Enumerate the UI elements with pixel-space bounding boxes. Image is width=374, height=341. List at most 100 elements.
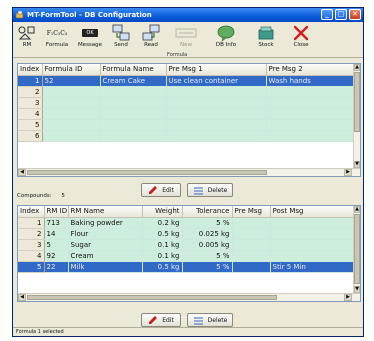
column-header[interactable]: RM ID bbox=[44, 206, 69, 218]
tolerance-cell[interactable]: 5 % bbox=[182, 217, 233, 229]
scroll-down-arrow-icon[interactable]: ▼ bbox=[354, 161, 360, 168]
column-header[interactable]: Index bbox=[18, 206, 45, 218]
rm-id-cell[interactable]: 5 bbox=[44, 239, 69, 251]
row-index[interactable]: 3 bbox=[18, 97, 43, 109]
pre-msg-1-cell[interactable] bbox=[166, 108, 267, 120]
column-header[interactable]: Formula ID bbox=[42, 64, 101, 76]
toolbar-message-button[interactable]: OK Message bbox=[74, 24, 106, 54]
table-row[interactable]: 3 5 Sugar 0.1 kg 0.005 kg bbox=[18, 239, 356, 251]
formula-name-cell[interactable] bbox=[100, 119, 167, 131]
pre-msg-2-cell[interactable] bbox=[266, 97, 356, 109]
formula-id-cell[interactable] bbox=[42, 97, 101, 109]
pre-msg-1-cell[interactable] bbox=[166, 130, 267, 142]
row-index[interactable]: 2 bbox=[18, 228, 45, 240]
rm-name-cell[interactable]: Cream bbox=[68, 250, 143, 262]
pre-msg-2-cell[interactable] bbox=[266, 119, 356, 131]
table-row[interactable]: 1 713 Baking powder 0.2 kg 5 % bbox=[18, 217, 356, 229]
formula-delete-button[interactable]: Delete bbox=[187, 183, 233, 197]
tolerance-cell[interactable]: 0.005 kg bbox=[182, 239, 233, 251]
rm-id-cell[interactable]: 92 bbox=[44, 250, 69, 262]
maximize-button[interactable]: □ bbox=[335, 9, 347, 20]
formula-id-cell[interactable] bbox=[42, 108, 101, 120]
weight-cell[interactable]: 0.5 kg bbox=[142, 228, 183, 240]
toolbar-close-button[interactable]: Close bbox=[286, 24, 316, 54]
table-row[interactable]: 2 bbox=[18, 86, 356, 98]
pre-msg-cell[interactable] bbox=[232, 250, 271, 262]
window-close-button[interactable]: ✕ bbox=[349, 9, 361, 20]
scroll-down-arrow-icon[interactable]: ▼ bbox=[354, 286, 360, 293]
row-index[interactable]: 1 bbox=[18, 75, 43, 87]
formula-name-cell[interactable] bbox=[100, 130, 167, 142]
formula-name-cell[interactable]: Cream Cake bbox=[100, 75, 167, 87]
pre-msg-cell[interactable] bbox=[232, 228, 271, 240]
table-row[interactable]: 2 14 Flour 0.5 kg 0.025 kg bbox=[18, 228, 356, 240]
rm-id-cell[interactable]: 713 bbox=[44, 217, 69, 229]
toolbar-new-button[interactable]: New bbox=[166, 24, 206, 54]
scroll-up-arrow-icon[interactable]: ▲ bbox=[354, 64, 360, 71]
tolerance-cell[interactable]: 0.025 kg bbox=[182, 228, 233, 240]
column-header[interactable]: Pre Msg bbox=[232, 206, 271, 218]
row-index[interactable]: 6 bbox=[18, 130, 43, 142]
rm-name-cell[interactable]: Baking powder bbox=[68, 217, 143, 229]
column-header[interactable]: Pre Msg 1 bbox=[166, 64, 267, 76]
column-header[interactable]: Formula Name bbox=[100, 64, 167, 76]
formula-name-cell[interactable] bbox=[100, 108, 167, 120]
rm-table-vertical-scrollbar[interactable]: ▲ ▼ bbox=[353, 206, 360, 293]
weight-cell[interactable]: 0.5 kg bbox=[142, 261, 183, 273]
table-row[interactable]: 3 bbox=[18, 97, 356, 109]
pre-msg-1-cell[interactable] bbox=[166, 119, 267, 131]
row-index[interactable]: 3 bbox=[18, 239, 45, 251]
weight-cell[interactable]: 0.2 kg bbox=[142, 217, 183, 229]
formula-id-cell[interactable] bbox=[42, 86, 101, 98]
rm-table-horizontal-scrollbar[interactable]: ◀ ▶ bbox=[18, 293, 360, 301]
table-row[interactable]: 6 bbox=[18, 130, 356, 142]
formula-id-cell[interactable]: 52 bbox=[42, 75, 101, 87]
scroll-thumb[interactable] bbox=[27, 295, 277, 300]
toolbar-db-info-button[interactable]: DB Info bbox=[206, 24, 246, 54]
scroll-right-arrow-icon[interactable]: ▶ bbox=[344, 294, 352, 301]
toolbar-rm-button[interactable]: RM bbox=[14, 24, 40, 54]
post-msg-cell[interactable] bbox=[270, 239, 356, 251]
formula-name-cell[interactable] bbox=[100, 86, 167, 98]
scroll-right-arrow-icon[interactable]: ▶ bbox=[344, 169, 352, 176]
rm-name-cell[interactable]: Flour bbox=[68, 228, 143, 240]
formula-id-cell[interactable] bbox=[42, 119, 101, 131]
pre-msg-cell[interactable] bbox=[232, 239, 271, 251]
toolbar-send-button[interactable]: Send bbox=[106, 24, 136, 54]
scroll-thumb[interactable] bbox=[27, 170, 267, 175]
title-bar[interactable]: MT-FormTool - DB Configuration _ □ ✕ bbox=[13, 8, 363, 22]
post-msg-cell[interactable] bbox=[270, 228, 356, 240]
table-row[interactable]: 4 92 Cream 0.1 kg 5 % bbox=[18, 250, 356, 262]
pre-msg-1-cell[interactable] bbox=[166, 86, 267, 98]
scroll-thumb[interactable] bbox=[354, 72, 360, 132]
toolbar-formula-button[interactable]: F₁C₂C₃ Formula bbox=[40, 24, 74, 54]
tolerance-cell[interactable]: 5 % bbox=[182, 261, 233, 273]
pre-msg-2-cell[interactable]: Wash hands bbox=[266, 75, 356, 87]
formula-edit-button[interactable]: Edit bbox=[141, 183, 181, 197]
minimize-button[interactable]: _ bbox=[321, 9, 333, 20]
row-index[interactable]: 5 bbox=[18, 119, 43, 131]
toolbar-read-button[interactable]: Read bbox=[136, 24, 166, 54]
table-row[interactable]: 5 bbox=[18, 119, 356, 131]
scroll-thumb[interactable] bbox=[354, 214, 360, 284]
pre-msg-cell[interactable] bbox=[232, 217, 271, 229]
pre-msg-1-cell[interactable] bbox=[166, 97, 267, 109]
toolbar-stock-button[interactable]: Stock bbox=[246, 24, 286, 54]
pre-msg-cell[interactable] bbox=[232, 261, 271, 273]
pre-msg-2-cell[interactable] bbox=[266, 86, 356, 98]
table-row[interactable]: 1 52 Cream Cake Use clean container Wash… bbox=[18, 75, 356, 87]
column-header[interactable]: Tolerance bbox=[182, 206, 233, 218]
rm-id-cell[interactable]: 22 bbox=[44, 261, 69, 273]
formula-table-horizontal-scrollbar[interactable]: ◀ ▶ bbox=[18, 168, 360, 176]
rm-name-cell[interactable]: Sugar bbox=[68, 239, 143, 251]
table-row[interactable]: 4 bbox=[18, 108, 356, 120]
scroll-left-arrow-icon[interactable]: ◀ bbox=[18, 294, 26, 301]
pre-msg-2-cell[interactable] bbox=[266, 108, 356, 120]
post-msg-cell[interactable]: Stir 5 Min bbox=[270, 261, 356, 273]
row-index[interactable]: 5 bbox=[18, 261, 45, 273]
formula-name-cell[interactable] bbox=[100, 97, 167, 109]
rm-edit-button[interactable]: Edit bbox=[141, 313, 181, 327]
rm-delete-button[interactable]: Delete bbox=[187, 313, 233, 327]
formula-table-vertical-scrollbar[interactable]: ▲ ▼ bbox=[353, 64, 360, 168]
pre-msg-1-cell[interactable]: Use clean container bbox=[166, 75, 267, 87]
